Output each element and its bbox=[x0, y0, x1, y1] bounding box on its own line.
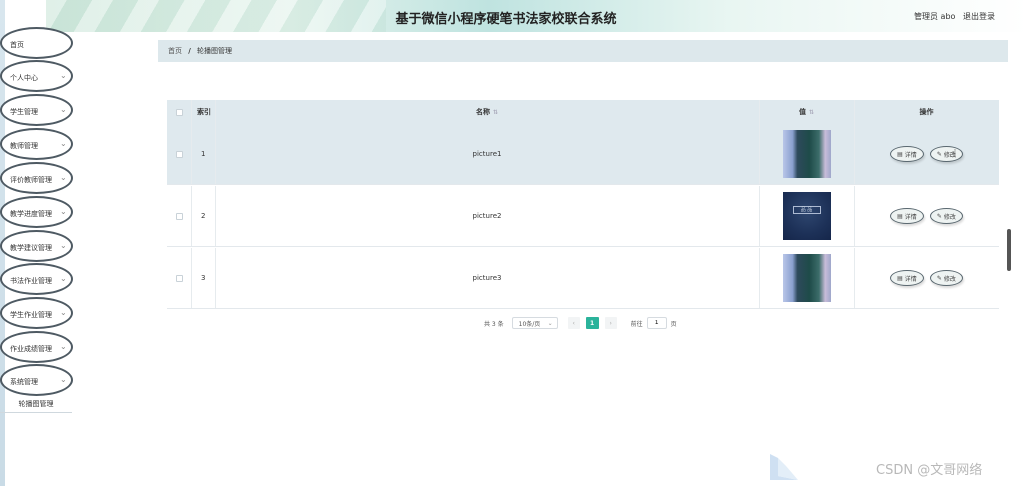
row-name: picture2 bbox=[472, 212, 502, 220]
detail-button[interactable]: ▤ 详情 bbox=[890, 270, 924, 286]
row-checkbox[interactable] bbox=[175, 150, 183, 158]
chevron-down-icon: ⌄ bbox=[60, 274, 67, 283]
sort-icon[interactable]: ⇅ bbox=[809, 109, 814, 116]
carousel-image-thumbnail[interactable]: 品 品 bbox=[782, 192, 831, 240]
chevron-down-icon: ⌄ bbox=[60, 207, 67, 216]
sidebar-item-label: 学生作业管理 bbox=[10, 311, 52, 319]
watermark-text: CSDN @文哥网络 bbox=[876, 463, 983, 478]
sidebar-item-teaching-suggestions[interactable]: 教学建议管理 ⌄ bbox=[0, 230, 73, 262]
sidebar-item-label: 首页 bbox=[10, 41, 24, 49]
chevron-left-icon: ‹ bbox=[572, 319, 575, 327]
chevron-right-icon: › bbox=[609, 319, 612, 327]
sort-icon[interactable]: ⇅ bbox=[493, 109, 498, 116]
table-row: 1 picture1 ▤ 详情 ✎ 修改 bbox=[167, 124, 999, 185]
chevron-down-icon: ⌄ bbox=[60, 173, 67, 182]
table-row: 2 picture2 品 品 ▤ 详情 ✎ 修改 bbox=[167, 186, 999, 247]
chevron-down-icon: ⌄ bbox=[60, 308, 67, 317]
column-header-index: 索引 bbox=[197, 108, 211, 116]
sidebar-item-label: 评价教师管理 bbox=[10, 176, 52, 184]
sidebar-item-students[interactable]: 学生管理 ⌄ bbox=[0, 94, 73, 126]
sidebar-item-system[interactable]: 系统管理 ⌄ bbox=[0, 364, 73, 396]
app-header: 基于微信小程序硬笔书法家校联合系统 管理员 abo 退出登录 bbox=[46, 0, 1028, 32]
column-header-name[interactable]: 名称 bbox=[476, 107, 490, 117]
carousel-image-thumbnail[interactable] bbox=[782, 130, 831, 178]
pagination-total: 共 3 条 bbox=[484, 320, 504, 328]
edit-button[interactable]: ✎ 修改 bbox=[929, 270, 963, 286]
goto-page-input[interactable] bbox=[646, 317, 667, 329]
edit-button[interactable]: ✎ 修改 bbox=[929, 208, 963, 224]
detail-button[interactable]: ▤ 详情 bbox=[890, 146, 924, 162]
goto-unit: 页 bbox=[670, 320, 677, 328]
row-name: picture1 bbox=[472, 150, 502, 158]
page-number-button[interactable]: 1 bbox=[585, 317, 599, 329]
edit-icon: ✎ bbox=[936, 150, 942, 158]
breadcrumb-separator: / bbox=[188, 47, 191, 55]
row-checkbox[interactable] bbox=[175, 212, 183, 220]
sidebar-item-label: 系统管理 bbox=[10, 378, 38, 386]
table-row: 3 picture3 ▤ 详情 ✎ 修改 bbox=[167, 248, 999, 309]
sidebar-item-label: 教学建议管理 bbox=[10, 244, 52, 252]
carousel-image-thumbnail[interactable] bbox=[782, 254, 831, 302]
sidebar-item-label: 教学进度管理 bbox=[10, 210, 52, 218]
breadcrumb-home[interactable]: 首页 bbox=[168, 47, 182, 55]
sidebar-item-homework-grades[interactable]: 作业成绩管理 ⌄ bbox=[0, 331, 73, 363]
sidebar-item-label: 书法作业管理 bbox=[10, 277, 52, 285]
sidebar-item-label: 学生管理 bbox=[10, 108, 38, 116]
watermark-logo-icon bbox=[770, 454, 798, 480]
chevron-down-icon: ⌄ bbox=[60, 105, 67, 114]
chevron-down-icon: ⌄ bbox=[60, 139, 67, 148]
goto-label: 前往 bbox=[630, 320, 643, 328]
sidebar-item-student-homework[interactable]: 学生作业管理 ⌄ bbox=[0, 297, 73, 329]
document-icon: ▤ bbox=[897, 150, 903, 158]
hand-cursor-icon: ☝ bbox=[950, 147, 957, 160]
select-all-checkbox[interactable] bbox=[175, 108, 183, 116]
edit-button[interactable]: ✎ 修改 bbox=[929, 146, 963, 162]
chevron-down-icon: ⌄ bbox=[60, 342, 67, 351]
document-icon: ▤ bbox=[897, 274, 903, 282]
prev-page-button[interactable]: ‹ bbox=[567, 317, 580, 329]
document-icon: ▤ bbox=[897, 212, 903, 220]
row-index: 1 bbox=[201, 150, 206, 158]
app-title: 基于微信小程序硬笔书法家校联合系统 bbox=[395, 12, 617, 27]
breadcrumb: 首页 / 轮播图管理 bbox=[158, 40, 1008, 62]
pagination: 共 3 条 10条/页 ⌄ ‹ 1 › 前往 页 bbox=[484, 316, 677, 330]
sidebar-item-teachers[interactable]: 教师管理 ⌄ bbox=[0, 128, 73, 160]
carousel-table: 索引 名称 ⇅ 值 ⇅ 操作 1 picture1 ▤ 详情 ✎ 修改 2 pictur… bbox=[167, 100, 999, 310]
row-checkbox[interactable] bbox=[175, 274, 183, 282]
detail-button[interactable]: ▤ 详情 bbox=[890, 208, 924, 224]
edit-icon: ✎ bbox=[936, 274, 942, 282]
sidebar-subitem-carousel[interactable]: 轮播图管理 bbox=[0, 395, 72, 413]
sidebar-item-teacher-evaluation[interactable]: 评价教师管理 ⌄ bbox=[0, 162, 73, 194]
sidebar-item-label: 个人中心 bbox=[10, 74, 38, 82]
logout-link[interactable]: 退出登录 bbox=[963, 11, 995, 22]
chevron-down-icon: ⌄ bbox=[547, 319, 553, 327]
vertical-scrollbar[interactable] bbox=[1007, 229, 1011, 271]
chevron-down-icon: ⌄ bbox=[60, 375, 67, 384]
sidebar-item-home[interactable]: 首页 bbox=[0, 27, 73, 59]
sidebar-item-label: 教师管理 bbox=[10, 142, 38, 150]
table-header: 索引 名称 ⇅ 值 ⇅ 操作 bbox=[167, 100, 999, 124]
sidebar-item-teaching-progress[interactable]: 教学进度管理 ⌄ bbox=[0, 196, 73, 228]
page-size-select[interactable]: 10条/页 ⌄ bbox=[511, 317, 558, 329]
edit-icon: ✎ bbox=[936, 212, 942, 220]
sidebar-item-calligraphy-homework[interactable]: 书法作业管理 ⌄ bbox=[0, 263, 73, 295]
sidebar-item-label: 作业成绩管理 bbox=[10, 345, 52, 353]
row-index: 3 bbox=[201, 274, 206, 282]
row-index: 2 bbox=[201, 212, 206, 220]
sidebar-item-personal-center[interactable]: 个人中心 ⌄ bbox=[0, 60, 73, 92]
breadcrumb-current: 轮播图管理 bbox=[197, 47, 233, 55]
column-header-actions: 操作 bbox=[919, 108, 934, 116]
chevron-down-icon: ⌄ bbox=[60, 241, 67, 250]
row-name: picture3 bbox=[472, 274, 502, 282]
next-page-button[interactable]: › bbox=[604, 317, 617, 329]
current-user: 管理员 abo bbox=[914, 12, 956, 21]
column-header-value[interactable]: 值 bbox=[799, 107, 806, 117]
chevron-down-icon: ⌄ bbox=[60, 71, 67, 80]
